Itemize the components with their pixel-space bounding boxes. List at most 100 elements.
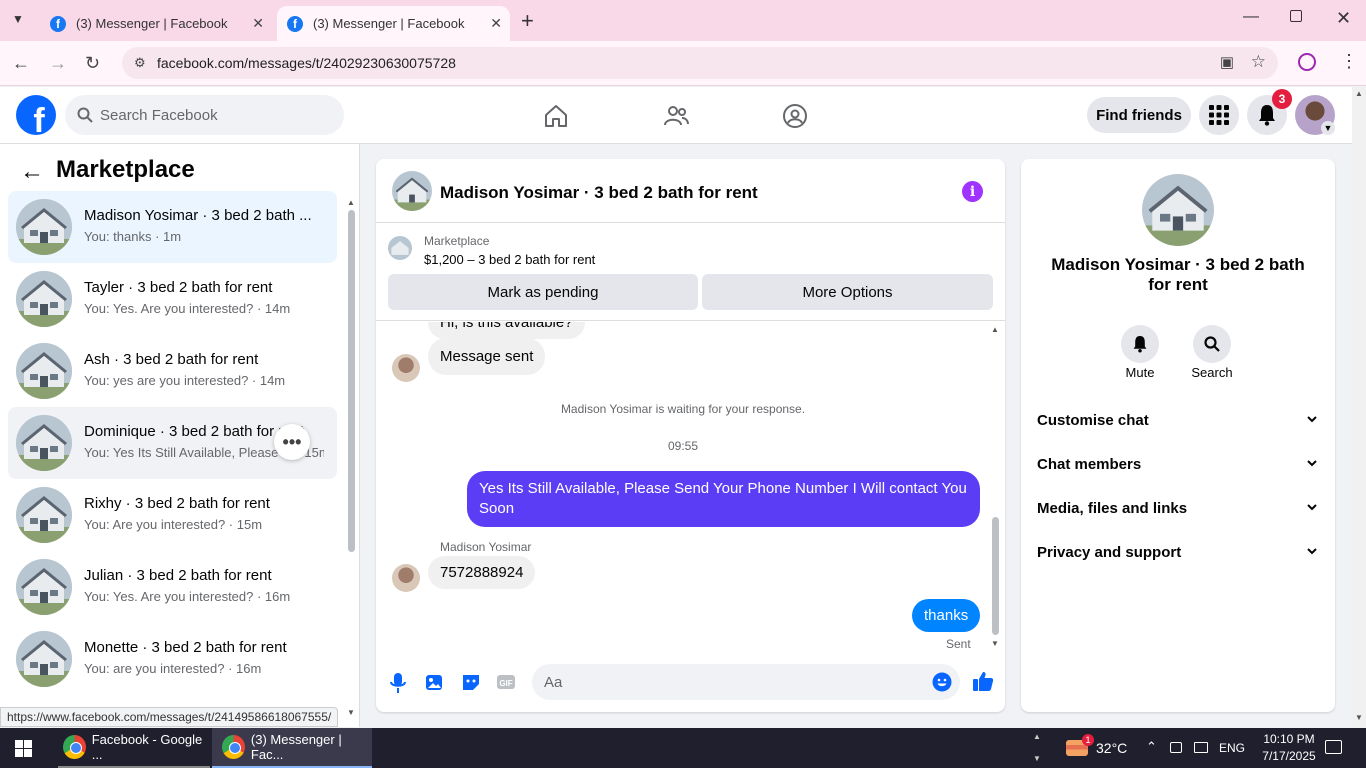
- facebook-header: f Search Facebook Find friends 3 ▼: [0, 87, 1352, 144]
- back-arrow-icon[interactable]: ←: [20, 158, 44, 186]
- sender-avatar[interactable]: [392, 564, 420, 592]
- home-icon[interactable]: [543, 103, 569, 129]
- mute-button[interactable]: [1121, 325, 1159, 363]
- close-tab-icon[interactable]: ✕: [490, 15, 502, 32]
- message-input[interactable]: Aa: [532, 664, 960, 700]
- conversation-item[interactable]: Rixhy · 3 bed 2 bath for rent You: Are y…: [8, 479, 337, 551]
- network-icon[interactable]: [1194, 742, 1208, 753]
- sticker-icon[interactable]: [461, 672, 481, 692]
- find-friends-button[interactable]: Find friends: [1087, 97, 1191, 133]
- scroll-down-arrow-icon[interactable]: ▼: [347, 708, 355, 717]
- friends-icon[interactable]: [663, 103, 689, 129]
- chat-panel: Madison Yosimar · 3 bed 2 bath for rent …: [376, 159, 1005, 712]
- conversation-name: Julian · 3 bed 2 bath for rent: [84, 567, 272, 584]
- install-app-icon[interactable]: ▣: [1220, 53, 1234, 71]
- svg-text:GIF: GIF: [499, 679, 512, 688]
- scroll-thumb[interactable]: [992, 517, 999, 635]
- notification-center-icon[interactable]: [1325, 740, 1342, 754]
- thumbs-up-icon[interactable]: [972, 670, 994, 692]
- info-icon: i: [969, 183, 976, 200]
- gif-icon[interactable]: GIF: [496, 672, 516, 692]
- groups-icon[interactable]: [782, 103, 808, 129]
- scroll-thumb[interactable]: [348, 210, 355, 552]
- emoji-icon[interactable]: [932, 672, 952, 692]
- more-options-button[interactable]: More Options: [702, 274, 993, 310]
- conversation-item[interactable]: Monette · 3 bed 2 bath for rent You: are…: [8, 623, 337, 695]
- message-bubble-incoming[interactable]: Hi, is this available?: [428, 322, 585, 339]
- new-tab-icon[interactable]: +: [521, 8, 534, 34]
- scroll-up-arrow-icon[interactable]: ▲: [991, 325, 999, 334]
- conversation-preview: You: Are you interested? · 15m: [84, 517, 263, 532]
- menu-button[interactable]: [1199, 95, 1239, 135]
- language-indicator[interactable]: ENG: [1219, 741, 1245, 755]
- mark-as-pending-button[interactable]: Mark as pending: [388, 274, 698, 310]
- taskbar-scroll[interactable]: ▲ ▼: [1030, 728, 1044, 768]
- conversation-item[interactable]: Dominique · 3 bed 2 bath for rent You: Y…: [8, 407, 337, 479]
- scroll-down-arrow-icon[interactable]: ▼: [991, 639, 999, 648]
- chat-thumbnail[interactable]: [392, 171, 432, 211]
- tab-title: (3) Messenger | Facebook: [76, 16, 228, 31]
- meet-now-icon[interactable]: [1170, 742, 1182, 753]
- chevron-down-icon: ▼: [1033, 754, 1041, 763]
- listing-source: Marketplace: [424, 234, 490, 248]
- search-placeholder: Search Facebook: [100, 106, 218, 124]
- browser-toolbar: ← → ↻ ⚙ facebook.com/messages/t/24029230…: [0, 41, 1366, 86]
- restore-icon[interactable]: [1290, 10, 1302, 22]
- conversation-item[interactable]: Ash · 3 bed 2 bath for rent You: yes are…: [8, 335, 337, 407]
- search-in-conversation-button[interactable]: [1193, 325, 1231, 363]
- conversation-item[interactable]: Madison Yosimar · 3 bed 2 bath ... You: …: [8, 191, 337, 263]
- page-scrollbar[interactable]: ▲ ▼: [1352, 87, 1366, 727]
- sender-avatar[interactable]: [392, 354, 420, 382]
- site-info-icon[interactable]: ⚙: [134, 55, 146, 71]
- chat-members-section[interactable]: Chat members: [1037, 456, 1319, 480]
- contact-avatar[interactable]: [1142, 174, 1214, 246]
- browser-menu-icon[interactable]: ⋮: [1340, 51, 1358, 72]
- address-bar[interactable]: ⚙ facebook.com/messages/t/24029230630075…: [122, 47, 1278, 79]
- close-window-icon[interactable]: ✕: [1336, 8, 1351, 29]
- account-chevron-icon[interactable]: ▼: [1321, 121, 1335, 135]
- message-bubble-incoming[interactable]: Message sent: [428, 338, 546, 375]
- conversation-item[interactable]: Julian · 3 bed 2 bath for rent You: Yes.…: [8, 551, 337, 623]
- conversation-list-scrollbar[interactable]: ▲ ▼: [346, 198, 356, 718]
- scroll-up-arrow-icon[interactable]: ▲: [1355, 89, 1363, 98]
- privacy-support-section[interactable]: Privacy and support: [1037, 544, 1319, 568]
- clock-date[interactable]: 7/17/2025: [1256, 749, 1322, 763]
- message-bubble-outgoing[interactable]: Yes Its Still Available, Please Send You…: [467, 471, 980, 527]
- clock-time[interactable]: 10:10 PM: [1256, 732, 1322, 746]
- back-icon[interactable]: ←: [12, 52, 30, 74]
- customise-chat-section[interactable]: Customise chat: [1037, 412, 1319, 436]
- facebook-logo-icon[interactable]: f: [16, 95, 56, 135]
- conversation-item[interactable]: Tayler · 3 bed 2 bath for rent You: Yes.…: [8, 263, 337, 335]
- taskbar-app-chrome-2[interactable]: (3) Messenger | Fac...: [212, 728, 372, 768]
- profile-icon[interactable]: [1298, 53, 1316, 71]
- chrome-icon: [63, 735, 86, 759]
- reload-icon[interactable]: ↻: [85, 52, 100, 74]
- chat-title[interactable]: Madison Yosimar · 3 bed 2 bath for rent: [440, 183, 758, 203]
- show-hidden-icons-icon[interactable]: ⌃: [1146, 739, 1157, 755]
- conversation-preview: You: are you interested? · 16m: [84, 661, 262, 676]
- windows-start-icon[interactable]: [15, 740, 32, 757]
- photo-icon[interactable]: [425, 672, 445, 692]
- message-thread-scrollbar[interactable]: ▲ ▼: [990, 325, 1000, 651]
- listing-summary[interactable]: $1,200 – 3 bed 2 bath for rent: [424, 252, 595, 267]
- conversation-options-button[interactable]: •••: [274, 424, 310, 460]
- conversation-info-button[interactable]: i: [962, 181, 983, 202]
- weather-temp: 32°C: [1096, 740, 1128, 756]
- message-bubble-outgoing[interactable]: thanks: [912, 599, 981, 632]
- bookmark-star-icon[interactable]: ☆: [1251, 52, 1266, 72]
- tab-search-icon[interactable]: ▼: [12, 12, 24, 26]
- forward-icon[interactable]: →: [49, 52, 67, 74]
- browser-tab-1[interactable]: f (3) Messenger | Facebook ✕: [40, 6, 272, 41]
- microphone-icon[interactable]: [390, 672, 406, 694]
- browser-tab-2[interactable]: f (3) Messenger | Facebook ✕: [277, 6, 510, 41]
- message-bubble-incoming[interactable]: 7572888924: [428, 556, 536, 589]
- taskbar-app-chrome-1[interactable]: Facebook - Google ...: [58, 728, 210, 768]
- scroll-up-arrow-icon[interactable]: ▲: [347, 198, 355, 207]
- minimize-icon[interactable]: —: [1243, 8, 1259, 26]
- facebook-search-input[interactable]: Search Facebook: [65, 95, 344, 135]
- close-tab-icon[interactable]: ✕: [252, 15, 264, 32]
- chevron-up-icon: ▲: [1033, 732, 1041, 741]
- scroll-down-arrow-icon[interactable]: ▼: [1355, 713, 1363, 722]
- media-files-links-section[interactable]: Media, files and links: [1037, 500, 1319, 524]
- weather-widget[interactable]: 1 32°C: [1066, 728, 1127, 768]
